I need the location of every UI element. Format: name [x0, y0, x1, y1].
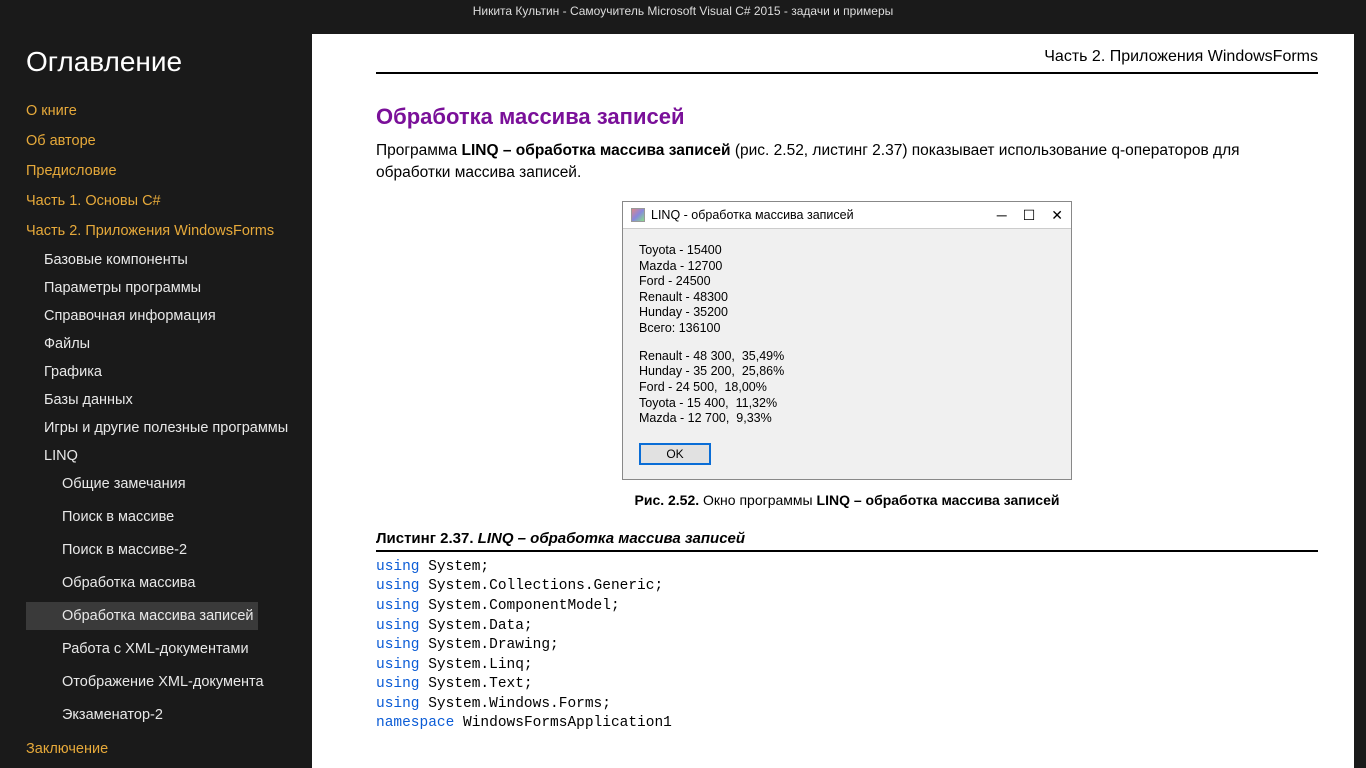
- listing-title: Листинг 2.37. LINQ – обработка массива з…: [376, 530, 1318, 552]
- figure-caption-title: LINQ – обработка массива записей: [817, 492, 1060, 508]
- code-line: using System.Text;: [376, 675, 1318, 695]
- code-keyword: using: [376, 578, 420, 594]
- code-line: using System.Windows.Forms;: [376, 695, 1318, 715]
- code-keyword: using: [376, 696, 420, 712]
- content-area: Часть 2. Приложения WindowsForms Обработ…: [312, 22, 1366, 768]
- minimize-icon[interactable]: ─: [997, 208, 1007, 222]
- sidebar-title: Оглавление: [26, 46, 312, 78]
- sidebar: Оглавление О книгеОб автореПредисловиеЧа…: [0, 22, 312, 768]
- output-block-2: Renault - 48 300, 35,49% Hunday - 35 200…: [639, 349, 1055, 427]
- toc-item[interactable]: Отображение XML-документа: [26, 668, 268, 696]
- maximize-icon[interactable]: ☐: [1023, 208, 1036, 222]
- code-text: System.Linq;: [420, 657, 533, 673]
- page: Часть 2. Приложения WindowsForms Обработ…: [312, 34, 1354, 768]
- toc-item[interactable]: Графика: [26, 358, 288, 386]
- winform-title-text: LINQ - обработка массива записей: [651, 208, 854, 222]
- toc-item[interactable]: Предисловие: [26, 156, 288, 186]
- code-text: WindowsFormsApplication1: [454, 715, 672, 731]
- toc-item[interactable]: Обработка массива записей: [26, 602, 258, 630]
- figure-caption: Рис. 2.52. Окно программы LINQ – обработ…: [376, 492, 1318, 508]
- code-keyword: using: [376, 637, 420, 653]
- toc-item[interactable]: Параметры программы: [26, 274, 288, 302]
- toc-item[interactable]: Обработка массива: [26, 569, 199, 597]
- code-line: using System.Collections.Generic;: [376, 577, 1318, 597]
- winform-body: Toyota - 15400 Mazda - 12700 Ford - 2450…: [623, 228, 1071, 479]
- toc-item[interactable]: Часть 2. Приложения WindowsForms: [26, 216, 288, 246]
- para-prefix: Программа: [376, 142, 462, 159]
- code-line: namespace WindowsFormsApplication1: [376, 714, 1318, 734]
- toc-item[interactable]: Файлы: [26, 330, 288, 358]
- code-keyword: namespace: [376, 715, 454, 731]
- code-line: using System.Linq;: [376, 656, 1318, 676]
- figure-caption-num: Рис. 2.52.: [635, 492, 700, 508]
- toc-item[interactable]: Заключение: [26, 734, 288, 764]
- article-paragraph: Программа LINQ – обработка массива запис…: [376, 140, 1318, 185]
- window-title-bar: Никита Культин - Самоучитель Microsoft V…: [0, 0, 1366, 22]
- toc-item[interactable]: Игры и другие полезные программы: [26, 414, 288, 442]
- toc-item[interactable]: Работа с XML-документами: [26, 635, 253, 663]
- code-text: System.Text;: [420, 676, 533, 692]
- toc-item[interactable]: Базовые компоненты: [26, 246, 288, 274]
- figure-caption-pre: Окно программы: [699, 492, 816, 508]
- article-title: Обработка массива записей: [376, 104, 1318, 130]
- code-line: using System.Drawing;: [376, 636, 1318, 656]
- toc-item[interactable]: Часть 1. Основы C#: [26, 186, 288, 216]
- code-text: System;: [420, 559, 490, 575]
- code-text: System.ComponentModel;: [420, 598, 620, 614]
- page-header: Часть 2. Приложения WindowsForms: [376, 48, 1318, 74]
- code-keyword: using: [376, 676, 420, 692]
- code-text: System.Data;: [420, 618, 533, 634]
- toc-item[interactable]: Экзаменатор-2: [26, 701, 167, 729]
- toc-item[interactable]: Общие замечания: [26, 470, 190, 498]
- code-line: using System;: [376, 558, 1318, 578]
- code-keyword: using: [376, 618, 420, 634]
- code-text: System.Collections.Generic;: [420, 578, 664, 594]
- toc-item[interactable]: Поиск в массиве: [26, 503, 178, 531]
- para-bold: LINQ – обработка массива записей: [462, 142, 731, 159]
- code-line: using System.Data;: [376, 617, 1318, 637]
- toc-item[interactable]: LINQ: [26, 442, 288, 470]
- toc-item[interactable]: Поиск в массиве-2: [26, 536, 191, 564]
- code-text: System.Drawing;: [420, 637, 559, 653]
- window-title: Никита Культин - Самоучитель Microsoft V…: [473, 4, 894, 18]
- output-block-1: Toyota - 15400 Mazda - 12700 Ford - 2450…: [639, 243, 1055, 337]
- close-icon[interactable]: ✕: [1051, 208, 1063, 222]
- toc-nav: О книгеОб автореПредисловиеЧасть 1. Осно…: [26, 96, 312, 764]
- main-layout: Оглавление О книгеОб автореПредисловиеЧа…: [0, 22, 1366, 768]
- app-icon: [631, 208, 645, 222]
- toc-item[interactable]: Справочная информация: [26, 302, 288, 330]
- winform-window: LINQ - обработка массива записей ─ ☐ ✕ T…: [622, 201, 1072, 480]
- code-line: using System.ComponentModel;: [376, 597, 1318, 617]
- code-text: System.Windows.Forms;: [420, 696, 611, 712]
- listing-name: LINQ – обработка массива записей: [478, 530, 745, 547]
- code-block: using System;using System.Collections.Ge…: [376, 558, 1318, 734]
- figure: LINQ - обработка массива записей ─ ☐ ✕ T…: [376, 201, 1318, 480]
- toc-item[interactable]: Об авторе: [26, 126, 288, 156]
- code-keyword: using: [376, 559, 420, 575]
- code-keyword: using: [376, 598, 420, 614]
- listing-number: Листинг 2.37.: [376, 530, 478, 547]
- ok-button[interactable]: OK: [639, 443, 711, 465]
- code-keyword: using: [376, 657, 420, 673]
- toc-item[interactable]: О книге: [26, 96, 288, 126]
- toc-item[interactable]: Базы данных: [26, 386, 288, 414]
- winform-titlebar: LINQ - обработка массива записей ─ ☐ ✕: [623, 202, 1071, 228]
